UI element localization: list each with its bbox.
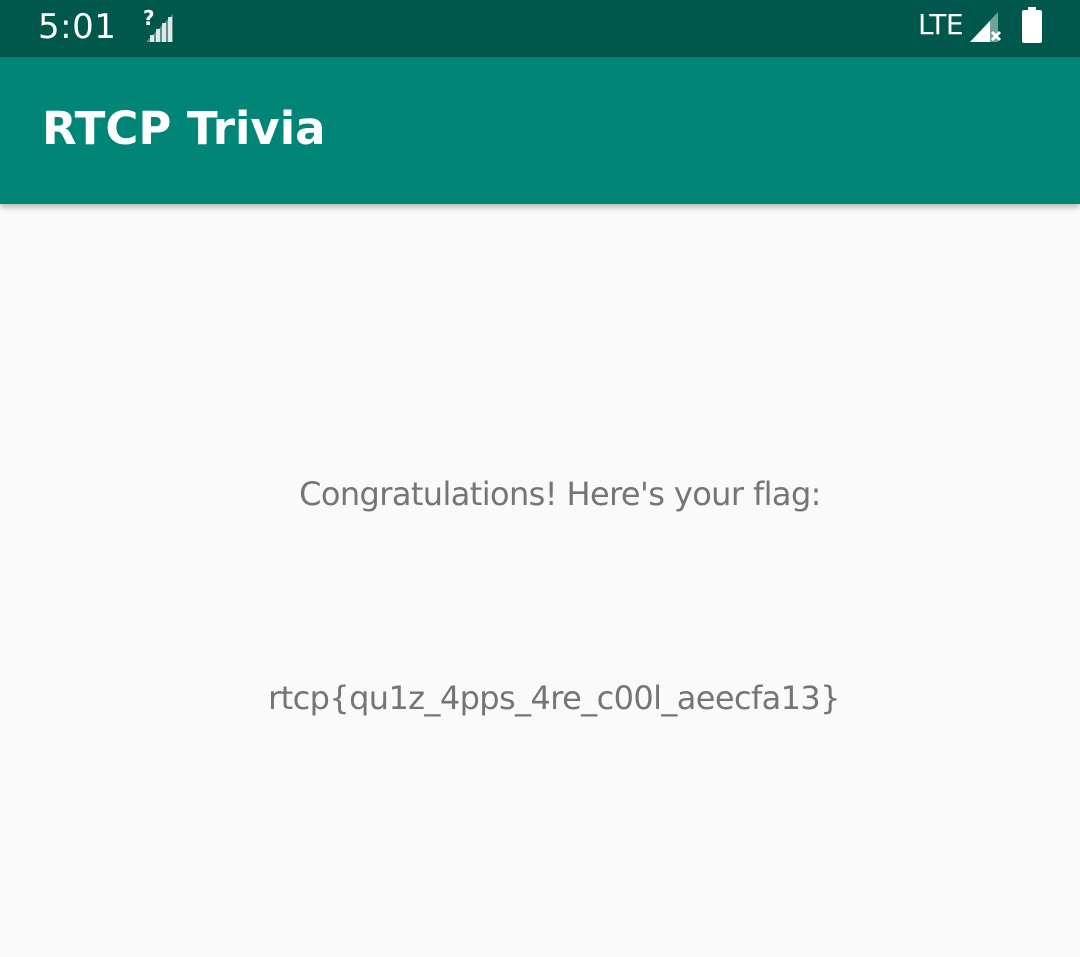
battery-full-icon xyxy=(1020,7,1044,44)
wifi-signal-unknown-icon: ? xyxy=(142,6,176,44)
app-bar: RTCP Trivia xyxy=(0,57,1080,204)
main-content: Congratulations! Here's your flag: rtcp{… xyxy=(0,204,1080,957)
congratulations-message: Congratulations! Here's your flag: xyxy=(299,475,821,513)
status-bar: 5:01 ? LTE xyxy=(0,0,1080,57)
network-type-label: LTE xyxy=(918,8,964,41)
app-title: RTCP Trivia xyxy=(42,102,326,155)
svg-text:?: ? xyxy=(143,8,155,30)
cell-signal-no-data-icon xyxy=(968,10,1004,44)
status-time: 5:01 xyxy=(38,7,117,47)
flag-text: rtcp{qu1z_4pps_4re_c00l_aeecfa13} xyxy=(268,679,840,717)
